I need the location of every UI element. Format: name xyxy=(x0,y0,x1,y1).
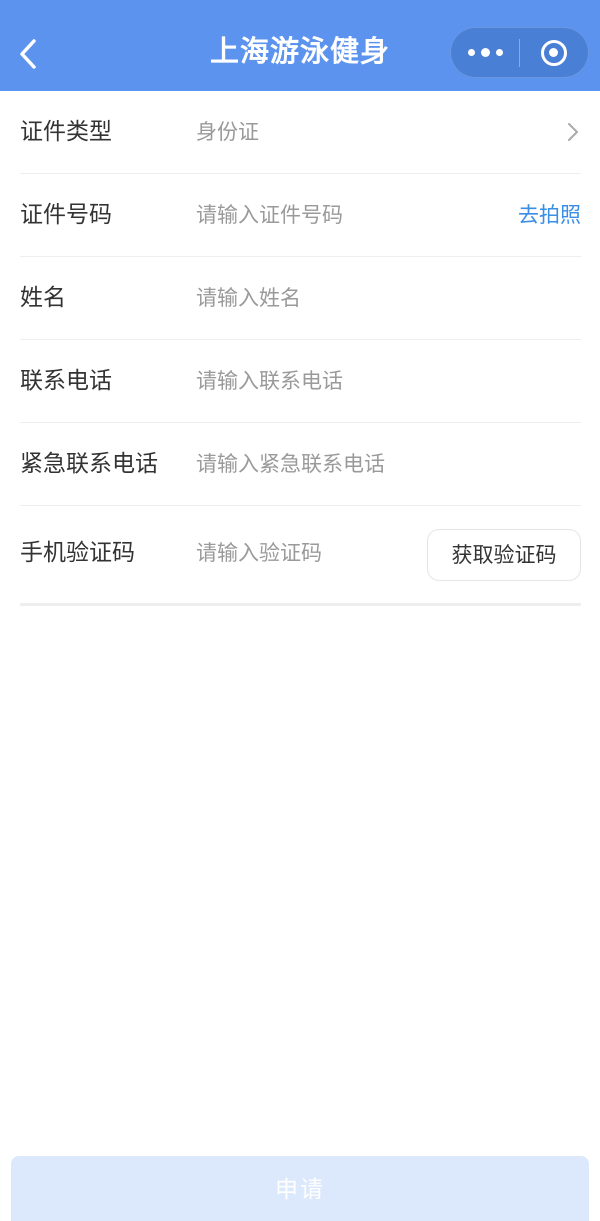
more-button[interactable] xyxy=(451,28,519,77)
sms-code-label: 手机验证码 xyxy=(20,540,135,566)
emergency-phone-input[interactable]: 请输入紧急联系电话 xyxy=(196,423,385,506)
id-number-label: 证件号码 xyxy=(20,202,112,228)
apply-button[interactable]: 申请 xyxy=(11,1156,589,1221)
navigation-bar: 上海游泳健身 xyxy=(0,0,600,91)
back-arrow-icon xyxy=(20,39,36,69)
id-number-row: 证件号码 请输入证件号码 去拍照 xyxy=(20,174,581,257)
take-photo-link[interactable]: 去拍照 xyxy=(518,174,581,257)
name-row: 姓名 请输入姓名 xyxy=(20,257,581,340)
miniprogram-close-icon xyxy=(540,39,567,66)
sms-code-input[interactable]: 请输入验证码 xyxy=(196,506,322,601)
id-number-input[interactable]: 请输入证件号码 xyxy=(196,174,343,257)
close-miniprogram-button[interactable] xyxy=(520,28,588,77)
phone-label: 联系电话 xyxy=(20,368,112,394)
application-form: 证件类型 身份证 证件号码 请输入证件号码 去拍照 姓名 请输入姓名 联系电话 … xyxy=(20,91,581,606)
id-type-label: 证件类型 xyxy=(20,119,112,145)
page: 上海游泳健身 证件类型 身份证 证件号码 请输入证件号码 去拍照 姓名 请输入姓… xyxy=(0,0,600,1221)
miniprogram-capsule xyxy=(450,27,589,78)
emergency-phone-row: 紧急联系电话 请输入紧急联系电话 xyxy=(20,423,581,506)
back-button[interactable] xyxy=(10,32,46,76)
chevron-right-icon[interactable] xyxy=(565,120,581,144)
name-input[interactable]: 请输入姓名 xyxy=(196,257,301,340)
sms-code-row: 手机验证码 请输入验证码 获取验证码 xyxy=(20,506,581,606)
phone-input[interactable]: 请输入联系电话 xyxy=(196,340,343,423)
id-type-select[interactable]: 身份证 xyxy=(196,91,259,174)
more-dots-icon xyxy=(467,48,503,57)
emergency-phone-label: 紧急联系电话 xyxy=(20,451,158,477)
get-code-button[interactable]: 获取验证码 xyxy=(427,529,581,581)
name-label: 姓名 xyxy=(20,285,66,311)
id-type-row[interactable]: 证件类型 身份证 xyxy=(20,91,581,174)
phone-row: 联系电话 请输入联系电话 xyxy=(20,340,581,423)
